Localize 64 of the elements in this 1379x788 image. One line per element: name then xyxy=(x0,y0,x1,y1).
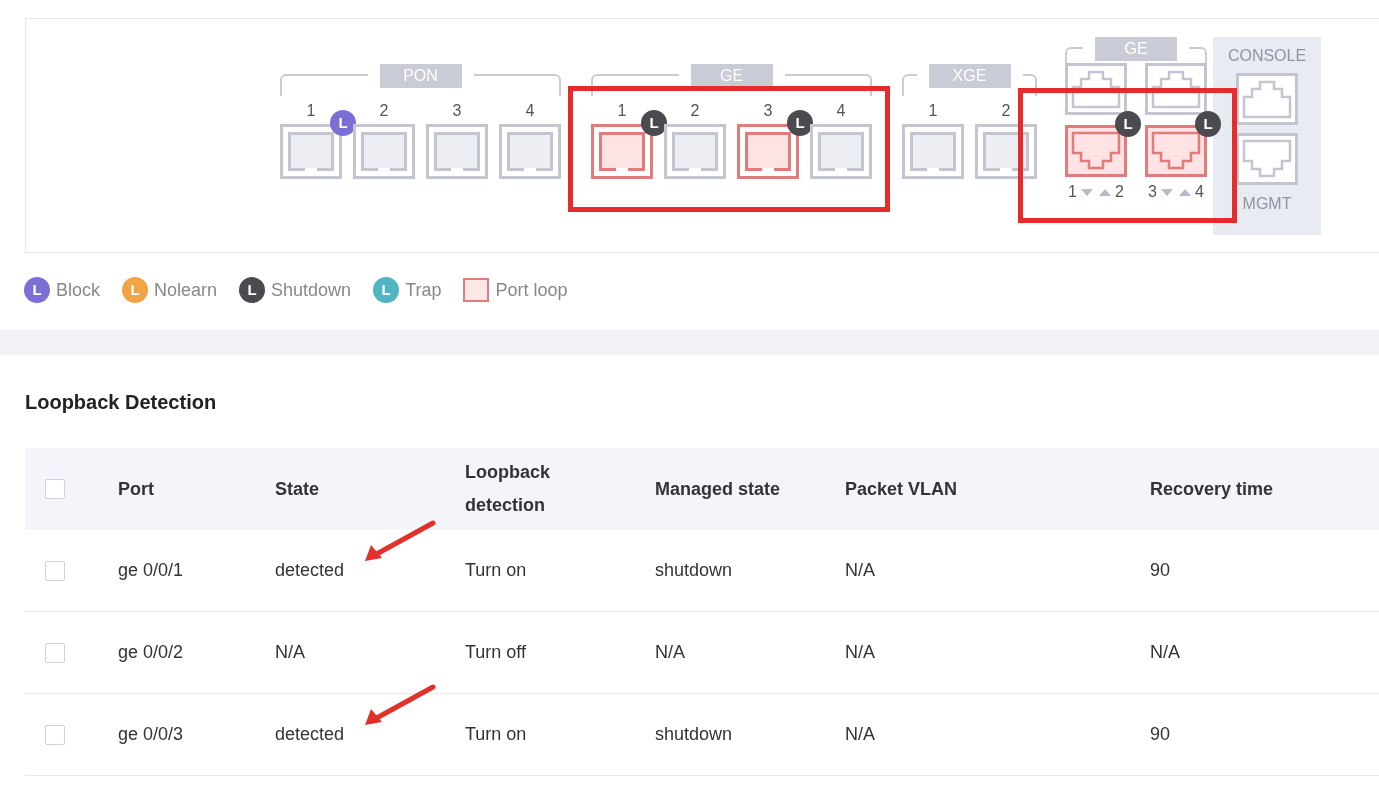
table-cell: N/A xyxy=(275,642,305,662)
table-cell: N/A xyxy=(655,642,685,662)
port-number: 4 xyxy=(1195,183,1204,201)
loop-badge: L xyxy=(787,110,813,136)
row-checkbox[interactable] xyxy=(45,724,65,745)
loop-badge: L xyxy=(1115,111,1141,137)
column-header: State xyxy=(275,477,319,501)
port-number: 4 xyxy=(836,102,846,121)
table-cell: detected xyxy=(275,724,345,744)
table-cell: N/A xyxy=(845,724,875,744)
table-cell: detected xyxy=(275,560,345,580)
port-number: 3 xyxy=(763,102,773,121)
legend-label: Nolearn xyxy=(154,279,218,301)
sfp-port[interactable] xyxy=(975,124,1037,179)
port-number: 2 xyxy=(379,102,389,121)
pair-arrows-icon xyxy=(1159,187,1193,197)
console-label: CONSOLE xyxy=(1227,47,1307,65)
table-cell: N/A xyxy=(845,560,875,580)
legend-badge: L xyxy=(373,277,400,303)
table-cell: shutdown xyxy=(655,724,733,744)
table-cell: N/A xyxy=(1150,642,1180,662)
row-checkbox[interactable] xyxy=(45,642,65,663)
column-header: Managed state xyxy=(655,477,781,501)
table-cell: Turn off xyxy=(465,642,527,662)
legend-badge: L xyxy=(239,277,266,303)
console-port[interactable] xyxy=(1236,73,1298,125)
table-cell: ge 0/0/3 xyxy=(118,724,184,744)
port-number: 3 xyxy=(452,102,462,121)
mgmt-label: MGMT xyxy=(1242,195,1292,213)
port-number: 1 xyxy=(1068,183,1077,201)
table-cell: shutdown xyxy=(655,560,733,580)
legend-label: Port loop xyxy=(495,279,568,301)
table-cell: 90 xyxy=(1150,724,1171,744)
port-number: 1 xyxy=(617,102,627,121)
port-number: 3 xyxy=(1148,183,1157,201)
loop-badge: L xyxy=(330,110,356,136)
mgmt-port[interactable] xyxy=(1236,133,1298,185)
row-checkbox[interactable] xyxy=(45,560,65,581)
legend-label: Trap xyxy=(405,279,442,301)
column-header: Loopback detection xyxy=(465,461,551,517)
table-cell: Turn on xyxy=(465,560,527,580)
port-number: 1 xyxy=(306,102,316,121)
column-header: Port xyxy=(118,477,154,501)
port-number: 2 xyxy=(1001,102,1011,121)
table-cell: ge 0/0/1 xyxy=(118,560,184,580)
table-cell: ge 0/0/2 xyxy=(118,642,184,662)
legend-badge: L xyxy=(24,277,50,303)
legend-label: Shutdown xyxy=(271,279,352,301)
column-header: Recovery time xyxy=(1150,477,1274,501)
loop-badge: L xyxy=(641,110,667,136)
table-cell: N/A xyxy=(845,642,875,662)
port-number: 4 xyxy=(525,102,535,121)
table-cell: Turn on xyxy=(465,724,527,744)
pair-arrows-icon xyxy=(1079,187,1113,197)
select-all-checkbox[interactable] xyxy=(45,479,65,499)
table-cell: 90 xyxy=(1150,560,1171,580)
port-number: 1 xyxy=(928,102,938,121)
section-title: Loopback Detection xyxy=(25,390,218,415)
port-loop-swatch xyxy=(463,278,490,302)
legend-label: Block xyxy=(56,279,100,301)
port-number: 2 xyxy=(1115,183,1124,201)
port-number: 2 xyxy=(690,102,700,121)
legend-badge: L xyxy=(122,277,148,303)
column-header: Packet VLAN xyxy=(845,477,958,501)
